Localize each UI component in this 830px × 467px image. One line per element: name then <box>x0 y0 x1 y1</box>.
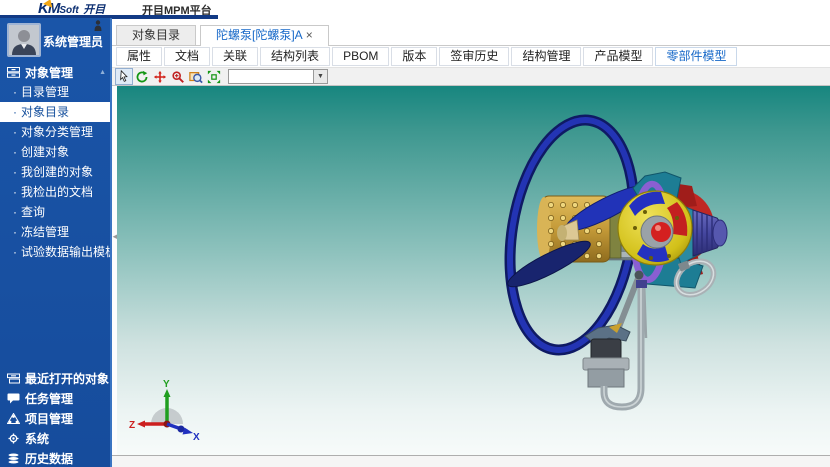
subtabs: 属性 文档 关联 结构列表 PBOM 版本 签审历史 结构管理 产品模型 零部件… <box>112 46 830 67</box>
impeller-cage <box>618 191 692 265</box>
pan-tool-button[interactable] <box>151 68 169 85</box>
online-user-icon <box>94 20 102 31</box>
sidebar-item-catalog-management[interactable]: ·目录管理 <box>0 82 112 102</box>
cursor-icon <box>118 70 131 83</box>
viewer-toolbar: ▼ <box>112 67 830 86</box>
subtab-properties[interactable]: 属性 <box>116 47 162 66</box>
sidebar-section-system[interactable]: 系统 <box>0 428 112 448</box>
tab-object-catalog[interactable]: 对象目录 <box>116 25 196 45</box>
recent-objects-icon <box>7 373 20 384</box>
tab-gyro-pump[interactable]: 陀螺泵[陀螺泵]A× <box>200 25 329 46</box>
tasks-icon <box>7 393 20 404</box>
fit-all-icon <box>207 70 221 84</box>
subtab-structure-management[interactable]: 结构管理 <box>511 47 581 66</box>
sidebar-item-my-created-objects[interactable]: ·我创建的对象 <box>0 162 112 182</box>
subtab-version[interactable]: 版本 <box>391 47 437 66</box>
axis-triad: Y Z X <box>129 378 201 440</box>
sidebar-section-history-data[interactable]: 历史数据 <box>0 448 112 467</box>
subtab-structure-list[interactable]: 结构列表 <box>260 47 330 66</box>
subtab-sign-history[interactable]: 签审历史 <box>439 47 509 66</box>
zoom-window-icon <box>189 70 203 84</box>
gyro-pump-3d-model[interactable] <box>117 86 830 455</box>
sidebar-section-object-management[interactable]: 对象管理 ▲ <box>0 62 112 82</box>
pan-arrows-icon <box>153 70 167 84</box>
axis-x-label: X <box>193 432 200 440</box>
user-name: 系统管理员 <box>43 33 103 50</box>
avatar-photo-icon <box>9 25 39 55</box>
view-preset-dropdown[interactable]: ▼ <box>228 69 328 84</box>
sidebar-item-object-catalog[interactable]: ·对象目录 <box>0 102 112 122</box>
user-avatar <box>7 23 41 57</box>
user-row: 系统管理员 <box>0 18 112 62</box>
sidebar-item-freeze-management[interactable]: ·冻结管理 <box>0 222 112 242</box>
nose-cone <box>693 210 727 256</box>
section-label: 对象管理 <box>25 64 99 81</box>
app-header: KMSoft 开目 开目MPM平台 <box>0 0 830 18</box>
close-tab-icon[interactable]: × <box>306 28 313 42</box>
drawers-icon <box>7 67 20 78</box>
subtab-product-model[interactable]: 产品模型 <box>583 47 653 66</box>
history-data-icon <box>7 453 20 464</box>
sidebar-item-create-object[interactable]: ·创建对象 <box>0 142 112 162</box>
sidebar-section-task-management[interactable]: 任务管理 <box>0 388 112 408</box>
axis-y-label: Y <box>163 379 170 390</box>
status-bar <box>112 455 830 467</box>
rotate-icon <box>135 70 149 84</box>
mpm-application-window: KMSoft 开目 开目MPM平台 系统管理员 <box>0 0 830 467</box>
collapse-icon[interactable]: ▲ <box>99 69 106 76</box>
zoom-window-tool-button[interactable] <box>187 68 205 85</box>
sidebar: 系统管理员 对象管理 ▲ ·目录管理 ·对象目录 ·对象分类管理 ·创建对象 ·… <box>0 18 112 467</box>
subtab-pbom[interactable]: PBOM <box>332 47 389 66</box>
sidebar-item-object-classification[interactable]: ·对象分类管理 <box>0 122 112 142</box>
sidebar-bottom-sections: 最近打开的对象 ▼ 任务管理 项目管理 <box>0 368 112 467</box>
sidebar-item-query[interactable]: ·查询 <box>0 202 112 222</box>
rotate-tool-button[interactable] <box>133 68 151 85</box>
subtab-documents[interactable]: 文档 <box>164 47 210 66</box>
project-icon <box>7 413 20 424</box>
sidebar-item-test-data-template[interactable]: ·试验数据输出模板 <box>0 242 112 262</box>
document-tabs: 对象目录 陀螺泵[陀螺泵]A× <box>112 25 830 46</box>
axis-z-label: Z <box>129 420 135 431</box>
fit-all-tool-button[interactable] <box>205 68 223 85</box>
3d-viewport[interactable]: Y Z X <box>117 86 830 455</box>
zoom-dynamic-icon <box>171 70 185 84</box>
sidebar-section-project-management[interactable]: 项目管理 <box>0 408 112 428</box>
select-tool-button[interactable] <box>115 68 133 85</box>
subtab-part-model[interactable]: 零部件模型 <box>655 47 737 66</box>
sidebar-section-recent-objects[interactable]: 最近打开的对象 ▼ <box>0 368 112 388</box>
zoom-dynamic-tool-button[interactable] <box>169 68 187 85</box>
subtab-relations[interactable]: 关联 <box>212 47 258 66</box>
sidebar-item-my-checked-out-docs[interactable]: ·我检出的文档 <box>0 182 112 202</box>
system-gear-icon <box>7 433 20 444</box>
dropdown-arrow-icon[interactable]: ▼ <box>313 70 327 83</box>
